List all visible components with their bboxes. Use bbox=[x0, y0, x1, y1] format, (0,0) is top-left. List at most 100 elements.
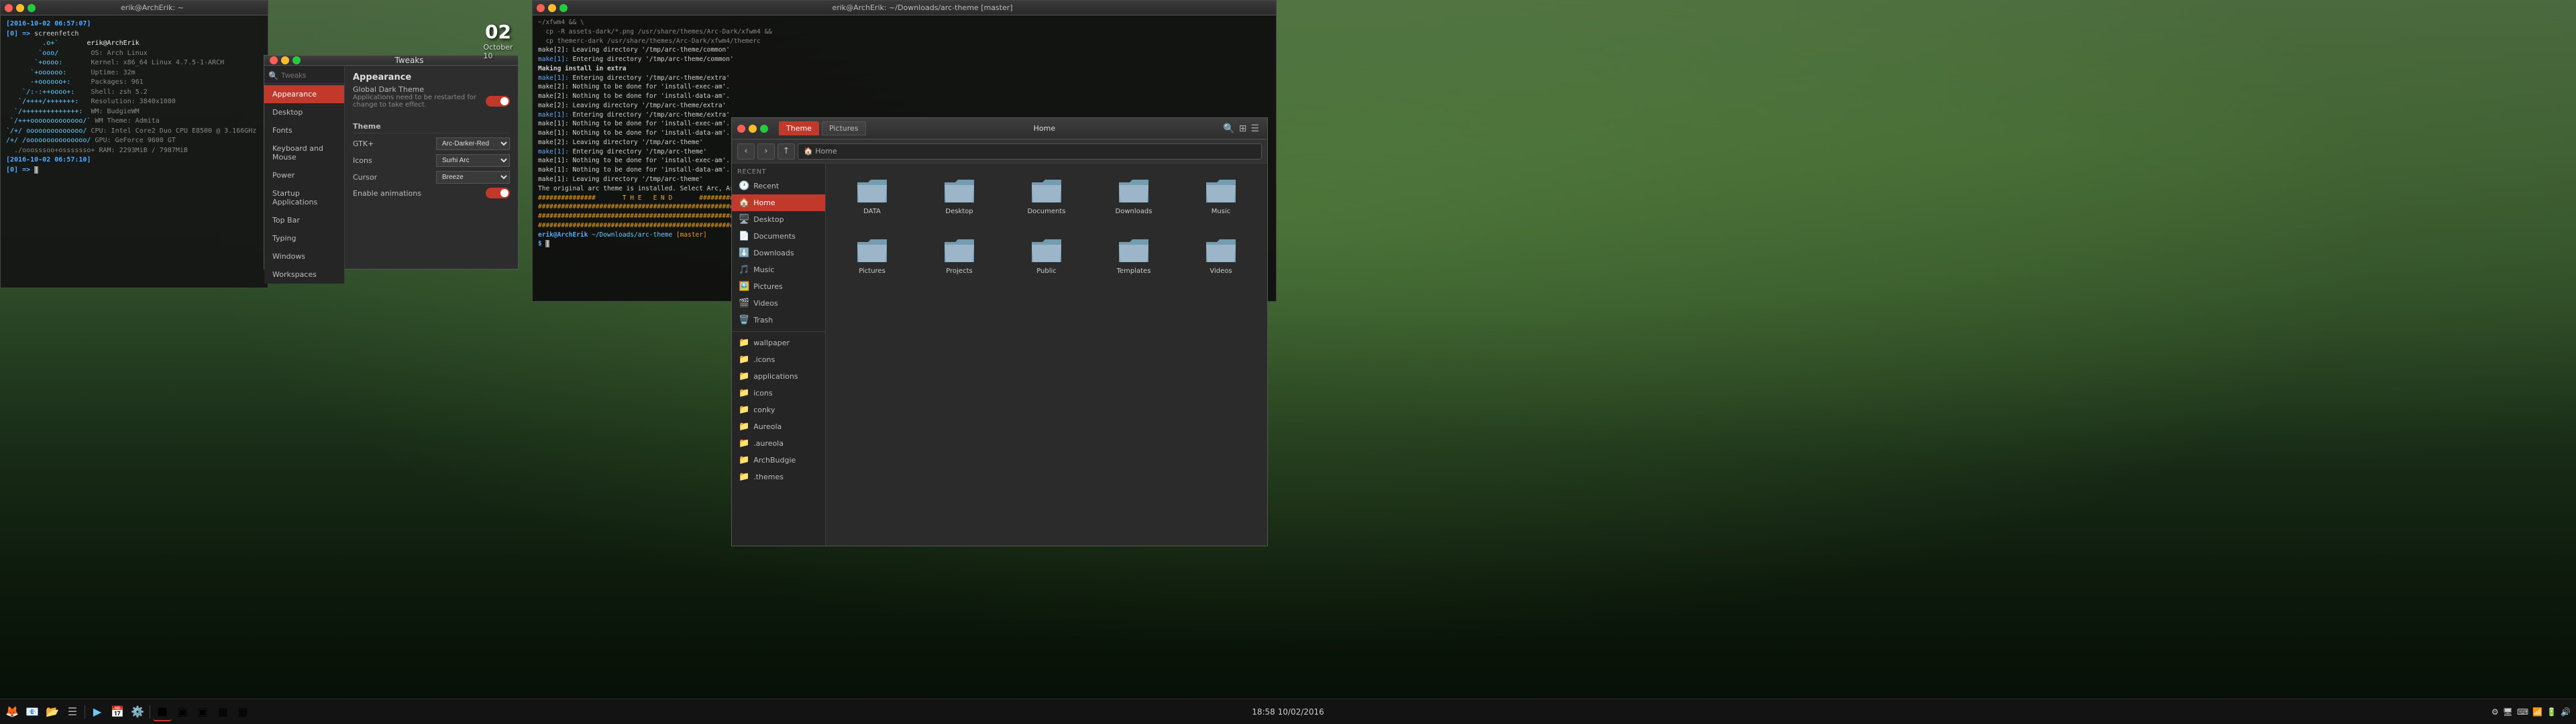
fm-sidebar-item-recent[interactable]: 🕐 Recent bbox=[732, 178, 825, 194]
fm-sidebar-item-trash[interactable]: 🗑️ Trash bbox=[732, 312, 825, 328]
fm-sidebar-item-pictures[interactable]: 🖼️ Pictures bbox=[732, 278, 825, 295]
fm-sidebar-item-music[interactable]: 🎵 Music bbox=[732, 261, 825, 278]
tweaks-icons-select[interactable]: Surhi Arc bbox=[436, 154, 510, 167]
build-minimize-button[interactable] bbox=[548, 4, 556, 12]
fm-item-templates[interactable]: Templates bbox=[1095, 231, 1172, 280]
tweaks-window: Tweaks 🔍 Appearance Desktop Fonts Keyboa… bbox=[264, 55, 519, 269]
fm-item-desktop[interactable]: Desktop bbox=[921, 172, 998, 221]
tweaks-close-button[interactable] bbox=[270, 56, 278, 64]
terminal-build-titlebar[interactable]: erik@ArchErik: ~/Downloads/arc-theme [ma… bbox=[533, 1, 1276, 15]
fm-window-controls[interactable] bbox=[737, 125, 768, 133]
terminal-1-body[interactable]: [2016-10-02 06:57:07] [0] => screenfetch… bbox=[1, 15, 268, 288]
fm-forward-button[interactable]: › bbox=[757, 143, 775, 160]
tweaks-nav-startup[interactable]: Startup Applications bbox=[264, 184, 344, 211]
taskbar-network-icon[interactable]: 📶 bbox=[2532, 707, 2542, 717]
fm-minimize-button[interactable] bbox=[749, 125, 757, 133]
fm-item-projects[interactable]: Projects bbox=[921, 231, 998, 280]
fm-sidebar-item-desktop[interactable]: 🖥️ Desktop bbox=[732, 211, 825, 228]
fm-search-icon[interactable]: 🔍 bbox=[1223, 123, 1234, 134]
fm-close-button[interactable] bbox=[737, 125, 745, 133]
fm-item-music[interactable]: Music bbox=[1183, 172, 1259, 221]
fm-sidebar-item-dotaureola[interactable]: 📁 .aureola bbox=[732, 435, 825, 452]
taskbar-battery-icon[interactable]: 🔋 bbox=[2546, 707, 2557, 717]
taskbar-settings-icon[interactable]: ⚙️ bbox=[128, 703, 147, 721]
build-maximize-button[interactable] bbox=[559, 4, 568, 12]
fm-menu-icon[interactable]: ☰ bbox=[1250, 123, 1259, 134]
taskbar-active-win4[interactable]: ▦ bbox=[213, 703, 232, 721]
fm-sidebar-item-icons[interactable]: 📁 icons bbox=[732, 385, 825, 402]
fm-back-button[interactable]: ‹ bbox=[737, 143, 755, 160]
fm-item-documents[interactable]: Documents bbox=[1008, 172, 1085, 221]
fm-sidebar-item-conky[interactable]: 📁 conky bbox=[732, 402, 825, 418]
term-line: make[1]: Entering directory '/tmp/arc-th… bbox=[538, 74, 1271, 83]
fm-sidebar-item-aureola[interactable]: 📁 Aureola bbox=[732, 418, 825, 435]
tweaks-nav-typing[interactable]: Typing bbox=[264, 229, 344, 247]
fm-sidebar-label-aureola: Aureola bbox=[753, 422, 782, 431]
fm-address-bar[interactable]: 🏠 Home bbox=[798, 143, 1262, 160]
taskbar-keyboard-icon[interactable]: ⌨ bbox=[2517, 707, 2528, 717]
fm-maximize-button[interactable] bbox=[760, 125, 768, 133]
tweaks-window-controls[interactable] bbox=[270, 56, 301, 64]
taskbar-calendar-icon[interactable]: 📅 bbox=[108, 703, 127, 721]
tweaks-minimize-button[interactable] bbox=[281, 56, 289, 64]
tweaks-gtk-select[interactable]: Arc-Darker-Red bbox=[436, 137, 510, 150]
tweaks-nav-fonts[interactable]: Fonts bbox=[264, 121, 344, 139]
fm-sidebar-label-dotaureola: .aureola bbox=[753, 439, 784, 448]
taskbar-menu-icon[interactable]: ☰ bbox=[63, 703, 82, 721]
fm-sidebar-label-trash: Trash bbox=[753, 316, 773, 324]
fm-item-name-pictures: Pictures bbox=[859, 267, 885, 275]
tweaks-nav-windows[interactable]: Windows bbox=[264, 247, 344, 265]
fm-sidebar-item-archbudgie[interactable]: 📁 ArchBudgie bbox=[732, 452, 825, 469]
taskbar-active-win1[interactable]: ■ bbox=[153, 703, 172, 721]
taskbar-mail-icon[interactable]: 📧 bbox=[23, 703, 42, 721]
fm-up-button[interactable]: ↑ bbox=[777, 143, 795, 160]
fm-item-videos[interactable]: Videos bbox=[1183, 231, 1259, 280]
fm-item-downloads[interactable]: Downloads bbox=[1095, 172, 1172, 221]
taskbar-terminal-icon[interactable]: ▶ bbox=[88, 703, 107, 721]
build-close-button[interactable] bbox=[537, 4, 545, 12]
taskbar-files-icon[interactable]: 📂 bbox=[43, 703, 62, 721]
fm-sidebar-item-applications[interactable]: 📁 applications bbox=[732, 368, 825, 385]
window-controls[interactable] bbox=[5, 4, 36, 12]
fm-view-icon[interactable]: ⊞ bbox=[1239, 123, 1247, 134]
tweaks-animations-toggle[interactable] bbox=[486, 188, 510, 198]
tweaks-nav-power[interactable]: Power bbox=[264, 166, 344, 184]
fm-sidebar-item-videos[interactable]: 🎬 Videos bbox=[732, 295, 825, 312]
tweaks-maximize-button[interactable] bbox=[292, 56, 301, 64]
maximize-button[interactable] bbox=[28, 4, 36, 12]
fm-sidebar-item-documents[interactable]: 📄 Documents bbox=[732, 228, 825, 245]
taskbar-settings-right-icon[interactable]: ⚙ bbox=[2491, 707, 2499, 717]
tweaks-nav-appearance[interactable]: Appearance bbox=[264, 85, 344, 103]
tweaks-cursor-select[interactable]: Breeze bbox=[436, 171, 510, 184]
tweaks-global-dark-toggle[interactable] bbox=[486, 96, 510, 107]
fm-item-data[interactable]: DATA bbox=[834, 172, 910, 221]
minimize-button[interactable] bbox=[16, 4, 24, 12]
fm-item-pictures[interactable]: Pictures bbox=[834, 231, 910, 280]
taskbar-active-win3[interactable]: ▣ bbox=[193, 703, 212, 721]
taskbar-screen-icon[interactable]: 🖥 bbox=[2503, 707, 2513, 717]
fm-item-public[interactable]: Public bbox=[1008, 231, 1085, 280]
tweaks-sidebar: 🔍 Appearance Desktop Fonts Keyboard and … bbox=[264, 66, 345, 284]
fm-sidebar-item-home[interactable]: 🏠 Home bbox=[732, 194, 825, 211]
close-button[interactable] bbox=[5, 4, 13, 12]
terminal-1-titlebar[interactable]: erik@ArchErik: ~ bbox=[1, 1, 268, 15]
taskbar-active-win5[interactable]: ▦ bbox=[233, 703, 252, 721]
fm-titlebar[interactable]: Theme Pictures Home 🔍 ⊞ ☰ bbox=[732, 118, 1267, 139]
tweaks-search-input[interactable] bbox=[281, 72, 340, 80]
tweaks-nav-desktop[interactable]: Desktop bbox=[264, 103, 344, 121]
fm-folder-svg-data bbox=[856, 177, 888, 205]
build-window-controls[interactable] bbox=[537, 4, 568, 12]
fm-sidebar-item-downloads[interactable]: ⬇️ Downloads bbox=[732, 245, 825, 261]
fm-sidebar-item-wallpaper[interactable]: 📁 wallpaper bbox=[732, 335, 825, 351]
tweaks-nav-keyboard[interactable]: Keyboard and Mouse bbox=[264, 139, 344, 166]
fm-sidebar-item-doticons[interactable]: 📁 .icons bbox=[732, 351, 825, 368]
tweaks-nav-topbar[interactable]: Top Bar bbox=[264, 211, 344, 229]
fm-sidebar-item-dotthemes[interactable]: 📁 .themes bbox=[732, 469, 825, 485]
tab-pictures[interactable]: Pictures bbox=[822, 121, 866, 135]
tab-theme[interactable]: Theme bbox=[779, 121, 819, 135]
tweaks-search[interactable]: 🔍 bbox=[264, 68, 344, 84]
tweaks-nav-workspaces[interactable]: Workspaces bbox=[264, 265, 344, 284]
taskbar-firefox-icon[interactable]: 🦊 bbox=[3, 703, 21, 721]
taskbar-active-win2[interactable]: ▣ bbox=[173, 703, 192, 721]
taskbar-volume-icon[interactable]: 🔊 bbox=[2561, 707, 2571, 717]
